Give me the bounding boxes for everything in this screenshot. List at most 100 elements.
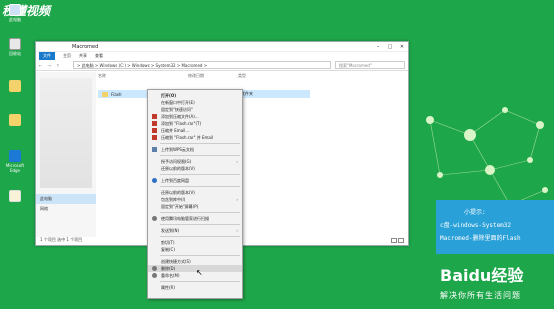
shield-icon [152,266,157,271]
desktop-icon-folder[interactable] [2,80,28,93]
menu-item[interactable]: 属性(R) [148,284,242,291]
menu-item-label: 还原以前的版本(V) [161,166,195,171]
menu-item-label: 发送到(N) [161,228,180,233]
menu-item-label: 压缩并 Email... [161,128,190,133]
menu-item-label: 上传到WPS云文档 [161,147,194,152]
sidebar-item-network[interactable]: 网络 [36,204,96,214]
menu-item-label: 还原以前的版本(V) [161,190,195,195]
menu-item-label: 在新窗口中打开(E) [161,100,195,105]
tip-box: 小提示: c盘-windows-System32 Macromed-删除里面的F… [436,200,554,254]
tab-share[interactable]: 共享 [79,53,87,59]
ribbon-tabs: 文件 主页 共享 查看 [36,52,408,60]
menu-item[interactable]: 授予访问权限(G) › [148,158,242,165]
navigation-pane: 此电脑 网络 [36,72,96,237]
folder-icon [102,91,108,97]
menu-separator [160,174,240,175]
desktop-icon-recycle-bin[interactable]: 回收站 [2,38,28,57]
tiles-view-icon[interactable] [398,238,404,243]
search-input[interactable]: 搜索"Macromed" [335,61,405,69]
menu-item-label: 属性(R) [161,285,175,290]
menu-separator [160,236,240,237]
tip-line-2: Macromed-删除里面的Flash [440,235,521,242]
menu-separator [160,212,240,213]
disk-icon [9,38,21,50]
desktop-icon-folder[interactable] [2,114,28,127]
menu-item-label: 复制(C) [161,247,175,252]
menu-item[interactable]: 添加到 "Flash.rar"(T) [148,120,242,127]
folder-icon [9,114,21,126]
menu-item[interactable]: 上传到百度网盘 [148,177,242,184]
status-bar: 1 个项目 选中 1 个项目 [40,237,83,242]
address-path[interactable]: > 此电脑 > Windows (C:) > Windows > System3… [73,61,331,69]
brand-slogan: 解决你所有生活问题 [440,291,521,300]
menu-item[interactable]: 添加到压缩文件(A)... [148,113,242,120]
archive-icon [152,121,157,126]
title-bar: Macromed – □ ✕ [36,42,408,52]
tab-file[interactable]: 文件 [39,52,55,60]
menu-item[interactable]: 剪切(T) [148,239,242,246]
archive-icon [152,135,157,140]
menu-item[interactable]: 在新窗口中打开(E) [148,99,242,106]
menu-separator [160,224,240,225]
menu-item[interactable]: 固定到"快速访问" [148,106,242,113]
desktop-icon-label: 回收站 [9,51,21,56]
menu-item-label: 剪切(T) [161,240,175,245]
baidu-jingyan-logo: Baidu经验 [440,266,524,285]
desktop-icon-this-pc[interactable]: 此电脑 [2,4,28,23]
submenu-arrow-icon: › [236,159,238,164]
menu-separator [160,186,240,187]
window-title: Macromed [72,43,99,50]
address-bar-row: ← → ↑ > 此电脑 > Windows (C:) > Windows > S… [36,60,408,71]
sidebar-item-this-pc[interactable]: 此电脑 [36,194,96,204]
desktop-icon-edge[interactable]: Microsoft Edge [2,150,28,173]
menu-separator [160,143,240,144]
menu-item[interactable]: 重命名(M) [148,272,242,279]
menu-item[interactable]: 使用腾讯电脑管家进行扫描 [148,215,242,222]
menu-separator [160,255,240,256]
archive-icon [152,128,157,133]
menu-item[interactable]: 打开(O) [148,92,242,99]
menu-item[interactable]: 固定到"开始"屏幕(P) [148,203,242,210]
document-icon [9,190,21,202]
submenu-arrow-icon: › [236,228,238,233]
tab-home[interactable]: 主页 [63,53,71,59]
column-headers: 名称 修改日期 类型 [98,73,404,80]
edge-icon [9,150,21,162]
minimize-icon[interactable]: – [372,44,384,50]
column-date[interactable]: 修改日期 [188,73,238,80]
desktop-icon-document[interactable] [2,190,28,203]
shield-icon [152,216,157,221]
menu-item-label: 删除(D) [161,266,176,271]
details-view-icon[interactable] [391,238,397,243]
menu-item-label: 上传到百度网盘 [161,178,189,183]
cloud-icon [152,147,157,152]
column-name[interactable]: 名称 [98,73,188,80]
view-toggle [391,238,404,243]
mouse-cursor-icon: ↖ [196,268,203,277]
nav-arrows-icon[interactable]: ← → ↑ [39,63,73,68]
menu-item-label: 授予访问权限(G) [161,159,192,164]
menu-item-label: 添加到压缩文件(A)... [161,114,199,119]
menu-item-label: 固定到"开始"屏幕(P) [161,204,199,209]
menu-item[interactable]: 发送到(N) › [148,227,242,234]
tip-heading: 小提示: [464,209,486,216]
desktop-icon-label: 此电脑 [9,17,21,22]
menu-item[interactable]: 包含到库中(I) › [148,196,242,203]
close-icon[interactable]: ✕ [396,44,408,50]
menu-item[interactable]: 压缩并 Email... [148,127,242,134]
menu-item[interactable]: 删除(D) [148,265,242,272]
column-type[interactable]: 类型 [238,73,288,80]
context-menu: 打开(O) 在新窗口中打开(E) 固定到"快速访问" 添加到压缩文件(A)... 添加到… [147,89,243,299]
menu-item-label: 使用腾讯电脑管家进行扫描 [161,216,209,221]
menu-item[interactable]: 复制(C) [148,246,242,253]
menu-item[interactable]: 还原以前的版本(V) [148,165,242,172]
maximize-icon[interactable]: □ [384,44,396,50]
menu-item[interactable]: 还原以前的版本(V) [148,189,242,196]
menu-item-label: 创建快捷方式(S) [161,259,191,264]
menu-item[interactable]: 创建快捷方式(S) [148,258,242,265]
desktop-icon-label: Microsoft Edge [5,163,25,173]
tab-view[interactable]: 查看 [95,53,103,59]
menu-item[interactable]: 压缩到 "Flash.rar" 并 Email [148,134,242,141]
menu-separator [160,281,240,282]
menu-item[interactable]: 上传到WPS云文档 [148,146,242,153]
